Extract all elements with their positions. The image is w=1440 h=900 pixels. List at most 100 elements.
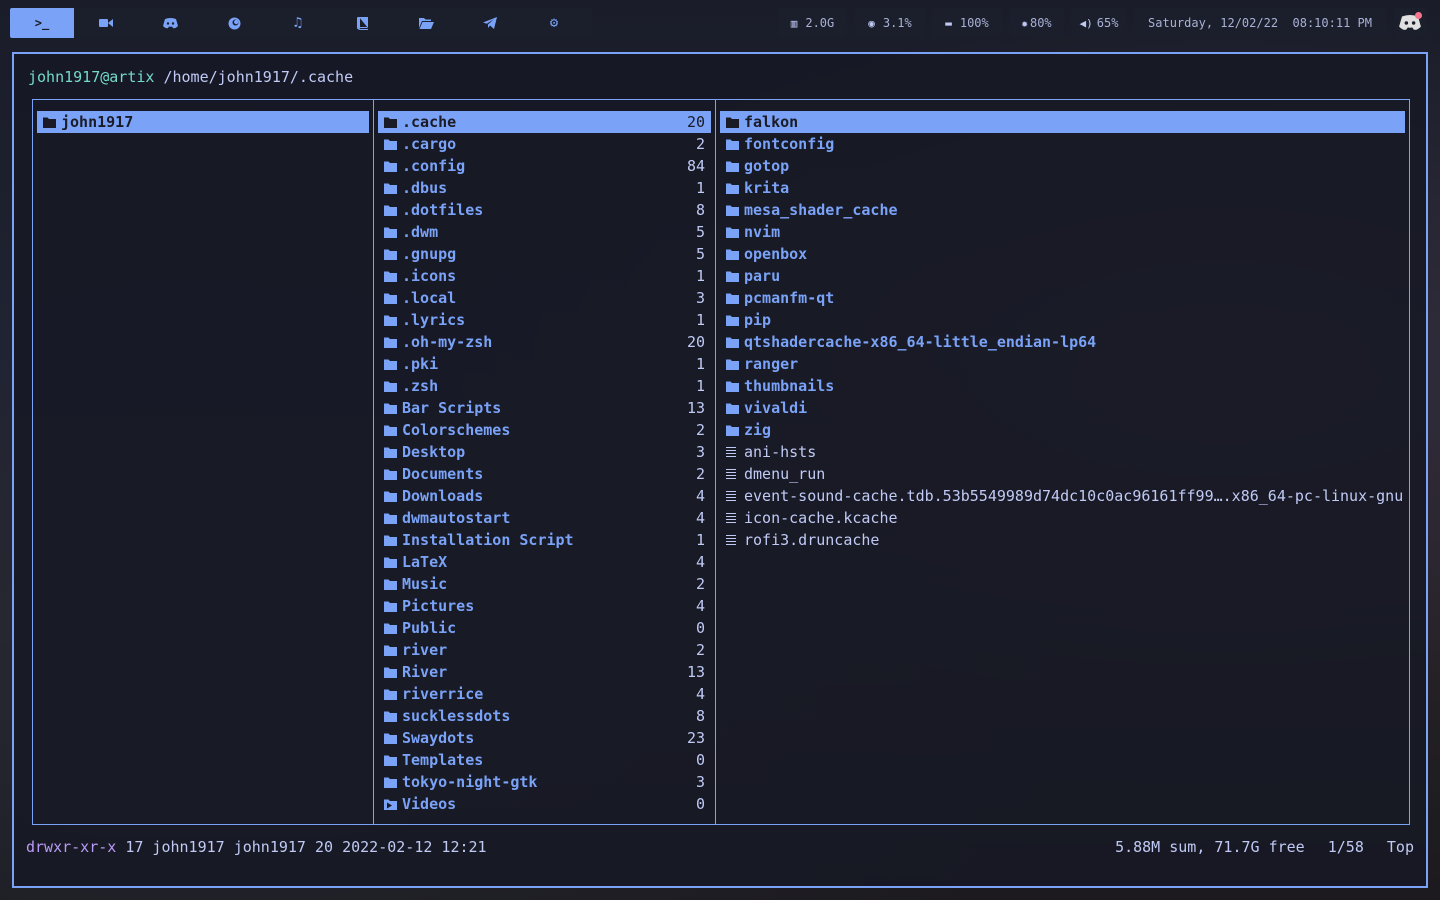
entry-name: Installation Script [402, 531, 574, 549]
entry-count: 1 [695, 377, 705, 395]
tag-files[interactable] [394, 8, 458, 38]
entry-name: Pictures [402, 597, 475, 615]
entry-name: john1917 [61, 113, 134, 131]
entry-name: dmenu_run [744, 465, 826, 483]
directory-entry[interactable]: Bar Scripts 13 [378, 397, 711, 419]
entry-name: ani-hsts [744, 443, 817, 461]
directory-entry[interactable]: .gnupg 5 [378, 243, 711, 265]
directory-entry[interactable]: gotop [720, 155, 1405, 177]
file-entry[interactable]: ani-hsts [720, 441, 1405, 463]
workspace-tags: >_ ♫ ⚙ [10, 8, 592, 38]
entry-name: Downloads [402, 487, 484, 505]
tag-video[interactable] [74, 8, 138, 38]
directory-entry[interactable]: falkon [720, 111, 1405, 133]
folder-icon [384, 425, 397, 436]
tag-terminal[interactable]: >_ [10, 8, 74, 38]
file-icon [726, 447, 736, 457]
entry-name: .dbus [402, 179, 448, 197]
directory-entry[interactable]: .icons 1 [378, 265, 711, 287]
entry-name: fontconfig [744, 135, 835, 153]
folder-icon [384, 667, 397, 678]
directory-entry[interactable]: mesa_shader_cache [720, 199, 1405, 221]
folder-icon [726, 139, 739, 150]
directory-entry[interactable]: pcmanfm-qt [720, 287, 1405, 309]
folder-icon [726, 359, 739, 370]
battery-icon: ▬ [945, 16, 952, 30]
cpu-value: 3.1% [882, 16, 912, 30]
file-icon [726, 535, 736, 545]
file-icon [726, 491, 736, 501]
directory-entry[interactable]: Templates 0 [378, 749, 711, 771]
directory-entry[interactable]: qtshadercache-x86_64-little_endian-lp64 [720, 331, 1405, 353]
folder-icon [726, 227, 739, 238]
directory-entry[interactable]: Public 0 [378, 617, 711, 639]
entry-count: 2 [695, 421, 705, 439]
directory-entry[interactable]: riverrice 4 [378, 683, 711, 705]
directory-entry[interactable]: Documents 2 [378, 463, 711, 485]
directory-entry[interactable]: pip [720, 309, 1405, 331]
folder-icon [384, 205, 397, 216]
directory-entry[interactable]: river 2 [378, 639, 711, 661]
directory-entry[interactable]: Pictures 4 [378, 595, 711, 617]
directory-entry[interactable]: Swaydots 23 [378, 727, 711, 749]
directory-entry[interactable]: .zsh 1 [378, 375, 711, 397]
directory-entry[interactable]: john1917 [37, 111, 369, 133]
entry-name: krita [744, 179, 790, 197]
terminal-window[interactable]: john1917@artix /home/john1917/.cache joh… [12, 52, 1428, 888]
directory-entry[interactable]: .config 84 [378, 155, 711, 177]
file-entry[interactable]: icon-cache.kcache [720, 507, 1405, 529]
current-column[interactable]: .cache 20 .cargo 2 .config 84 .dbus 1 .dotfiles 8… [374, 100, 716, 824]
directory-entry[interactable]: dwmautostart 4 [378, 507, 711, 529]
directory-entry[interactable]: vivaldi [720, 397, 1405, 419]
directory-entry[interactable]: ranger [720, 353, 1405, 375]
directory-entry[interactable]: paru [720, 265, 1405, 287]
file-entry[interactable]: event-sound-cache.tdb.53b5549989d74dc10c… [720, 485, 1405, 507]
directory-entry[interactable]: .dwm 5 [378, 221, 711, 243]
directory-entry[interactable]: Colorschemes 2 [378, 419, 711, 441]
file-entry[interactable]: dmenu_run [720, 463, 1405, 485]
tag-browser[interactable] [202, 8, 266, 38]
directory-entry[interactable]: Videos 0 [378, 793, 711, 815]
directory-entry[interactable]: Installation Script 1 [378, 529, 711, 551]
file-entry[interactable]: rofi3.druncache [720, 529, 1405, 551]
entry-count: 3 [695, 289, 705, 307]
directory-entry[interactable]: thumbnails [720, 375, 1405, 397]
preview-column[interactable]: falkon fontconfig gotop krita mesa_shader_ca… [716, 100, 1409, 824]
directory-entry[interactable]: .dbus 1 [378, 177, 711, 199]
directory-entry[interactable]: .oh-my-zsh 20 [378, 331, 711, 353]
directory-entry[interactable]: LaTeX 4 [378, 551, 711, 573]
entry-count: 4 [695, 685, 705, 703]
discord-tray-button[interactable] [1394, 8, 1426, 38]
directory-entry[interactable]: tokyo-night-gtk 3 [378, 771, 711, 793]
directory-entry[interactable]: nvim [720, 221, 1405, 243]
directory-entry[interactable]: .cache 20 [378, 111, 711, 133]
telegram-icon [483, 17, 497, 29]
tag-discord[interactable] [138, 8, 202, 38]
directory-entry[interactable]: River 13 [378, 661, 711, 683]
parent-column[interactable]: john1917 [33, 100, 374, 824]
directory-entry[interactable]: .lyrics 1 [378, 309, 711, 331]
directory-entry[interactable]: zig [720, 419, 1405, 441]
directory-entry[interactable]: Desktop 3 [378, 441, 711, 463]
directory-entry[interactable]: .local 3 [378, 287, 711, 309]
directory-entry[interactable]: openbox [720, 243, 1405, 265]
tag-telegram[interactable] [458, 8, 522, 38]
directory-entry[interactable]: sucklessdots 8 [378, 705, 711, 727]
directory-entry[interactable]: fontconfig [720, 133, 1405, 155]
entry-count: 0 [695, 619, 705, 637]
music-note-icon: ♫ [293, 15, 303, 31]
directory-entry[interactable]: .cargo 2 [378, 133, 711, 155]
tag-books[interactable] [330, 8, 394, 38]
folder-icon [726, 161, 739, 172]
directory-entry[interactable]: Music 2 [378, 573, 711, 595]
directory-entry[interactable]: .pki 1 [378, 353, 711, 375]
directory-entry[interactable]: Downloads 4 [378, 485, 711, 507]
directory-entry[interactable]: .dotfiles 8 [378, 199, 711, 221]
directory-entry[interactable]: krita [720, 177, 1405, 199]
entry-name: event-sound-cache.tdb.53b5549989d74dc10c… [744, 487, 1404, 505]
folder-icon [384, 183, 397, 194]
tag-music[interactable]: ♫ [266, 8, 330, 38]
entry-name: rofi3.druncache [744, 531, 880, 549]
folder-icon [384, 469, 397, 480]
tag-settings[interactable]: ⚙ [522, 8, 586, 38]
